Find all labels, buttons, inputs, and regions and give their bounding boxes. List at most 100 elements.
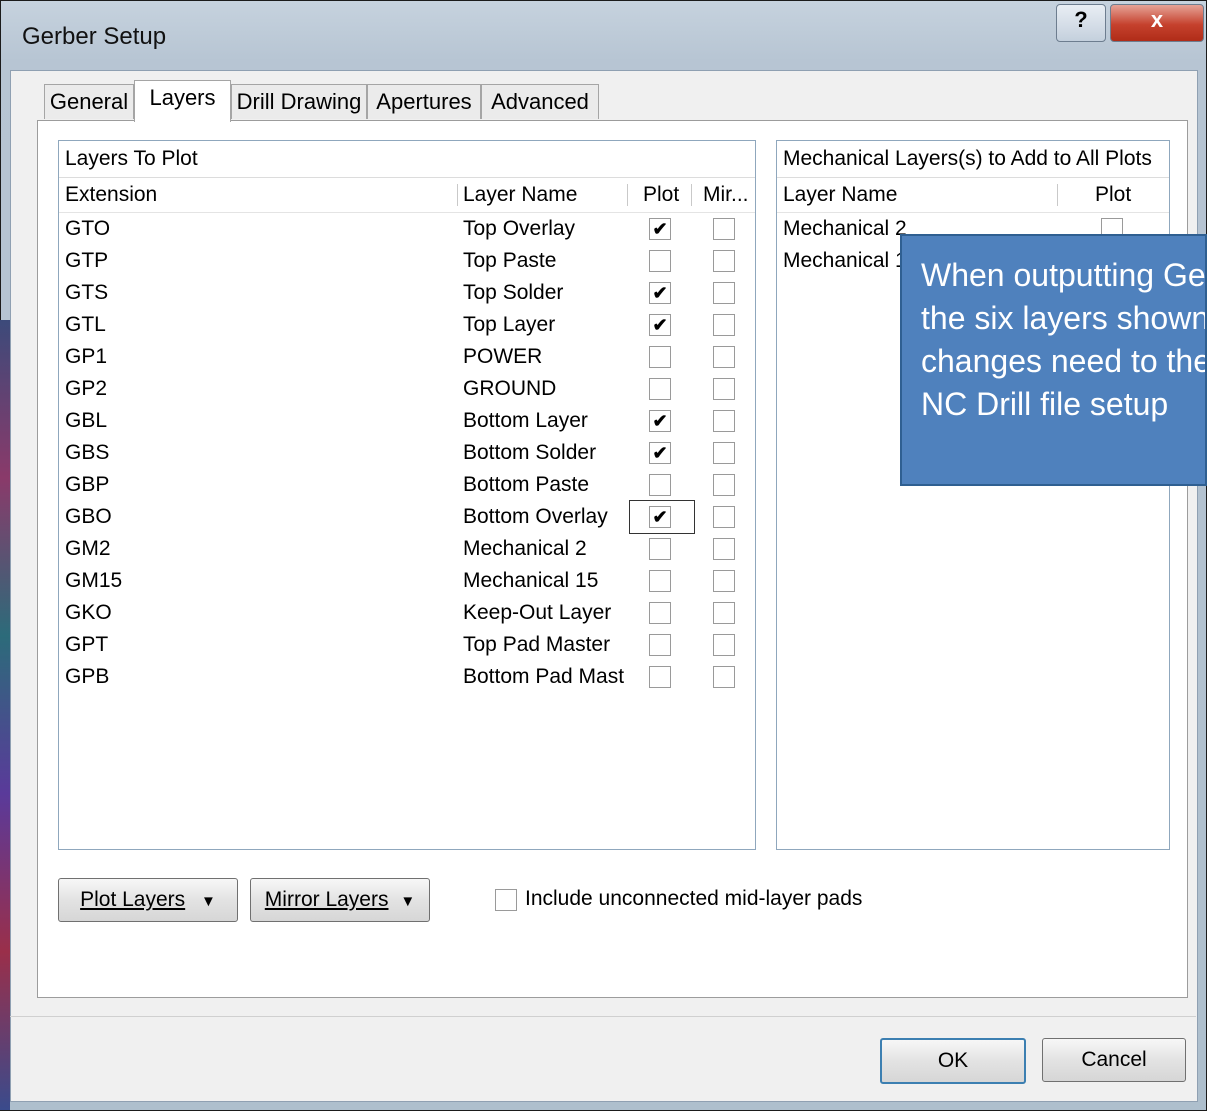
plot-layers-button[interactable]: Plot Layers ▼ xyxy=(58,878,238,922)
layer-name: GROUND xyxy=(463,377,557,400)
table-row[interactable]: GTS Top Solder ✔ xyxy=(59,277,755,309)
table-row[interactable]: GBS Bottom Solder ✔ xyxy=(59,437,755,469)
layer-name: Keep-Out Layer xyxy=(463,601,612,624)
mirror-checkbox[interactable] xyxy=(713,602,735,624)
close-icon: x xyxy=(1150,7,1164,32)
mirror-checkbox[interactable] xyxy=(713,634,735,656)
table-row[interactable]: GTO Top Overlay ✔ xyxy=(59,213,755,245)
plot-checkbox[interactable] xyxy=(649,538,671,560)
table-row[interactable]: GP1 POWER xyxy=(59,341,755,373)
layers-to-plot-list[interactable]: Layers To Plot Extension Layer Name Plot… xyxy=(58,140,756,850)
layer-extension: GM2 xyxy=(65,537,111,560)
tab-apertures[interactable]: Apertures xyxy=(367,84,481,119)
layer-extension: GPT xyxy=(65,633,109,656)
col-mirror[interactable]: Mir... xyxy=(703,178,749,212)
mirror-checkbox[interactable] xyxy=(713,218,735,240)
plot-checkbox[interactable] xyxy=(649,602,671,624)
mirror-checkbox[interactable] xyxy=(713,410,735,432)
tab-layers[interactable]: Layers xyxy=(134,80,231,122)
plot-checkbox[interactable] xyxy=(649,634,671,656)
layer-name: POWER xyxy=(463,345,543,368)
table-row[interactable]: GM15 Mechanical 15 xyxy=(59,565,755,597)
mech-layer-name: Mechanical 2 xyxy=(783,217,907,240)
callout-line: the six layers shown need xyxy=(921,300,1207,336)
col-layer-name[interactable]: Layer Name xyxy=(463,178,577,212)
plot-checkbox[interactable]: ✔ xyxy=(649,442,671,464)
mech-column-header: Layer Name Plot xyxy=(777,178,1169,213)
layer-extension: GTL xyxy=(65,313,106,336)
layers-group-title: Layers To Plot xyxy=(59,141,755,178)
mirror-checkbox[interactable] xyxy=(713,282,735,304)
tab-general[interactable]: General xyxy=(44,84,134,119)
layer-name: Top Overlay xyxy=(463,217,576,240)
col-plot[interactable]: Plot xyxy=(643,178,679,212)
layer-extension: GP1 xyxy=(65,345,108,368)
plot-checkbox[interactable]: ✔ xyxy=(649,218,671,240)
window-title: Gerber Setup xyxy=(22,23,167,50)
layer-name: Bottom Layer xyxy=(463,409,588,432)
mirror-checkbox[interactable] xyxy=(713,346,735,368)
table-row[interactable]: GBO Bottom Overlay ✔ xyxy=(59,500,755,534)
plot-checkbox[interactable] xyxy=(649,570,671,592)
mirror-checkbox[interactable] xyxy=(713,538,735,560)
plot-checkbox[interactable] xyxy=(649,346,671,368)
table-row[interactable]: GKO Keep-Out Layer xyxy=(59,597,755,629)
focus-indicator xyxy=(629,500,695,534)
layer-name: Top Pad Master xyxy=(463,633,611,656)
ok-button[interactable]: OK xyxy=(880,1038,1026,1084)
table-row[interactable]: GBL Bottom Layer ✔ xyxy=(59,405,755,437)
layer-extension: GBS xyxy=(65,441,110,464)
plot-checkbox[interactable] xyxy=(649,250,671,272)
table-row[interactable]: GM2 Mechanical 2 xyxy=(59,533,755,565)
table-row[interactable]: GTP Top Paste xyxy=(59,245,755,277)
layer-extension: GPB xyxy=(65,665,110,688)
layer-extension: GTO xyxy=(65,217,111,240)
mirror-checkbox[interactable] xyxy=(713,666,735,688)
chevron-down-icon: ▼ xyxy=(201,893,216,910)
layer-name: Bottom Overlay xyxy=(463,505,608,528)
mirror-checkbox[interactable] xyxy=(713,442,735,464)
table-row[interactable]: GPB Bottom Pad Master xyxy=(59,661,755,693)
col-separator xyxy=(1057,184,1058,206)
layer-name: Top Layer xyxy=(463,313,556,336)
mirror-layers-button[interactable]: Mirror Layers ▼ xyxy=(250,878,430,922)
mirror-checkbox[interactable] xyxy=(713,570,735,592)
plot-checkbox[interactable] xyxy=(649,474,671,496)
layers-column-header: Extension Layer Name Plot Mir... xyxy=(59,178,755,213)
plot-checkbox[interactable] xyxy=(649,378,671,400)
col-extension[interactable]: Extension xyxy=(65,178,157,212)
layer-name: Bottom Paste xyxy=(463,473,590,496)
col-separator xyxy=(457,184,458,206)
plot-checkbox[interactable]: ✔ xyxy=(649,410,671,432)
help-button[interactable]: ? xyxy=(1056,4,1106,42)
plot-checkbox[interactable] xyxy=(649,666,671,688)
mirror-checkbox[interactable] xyxy=(713,474,735,496)
table-row[interactable]: GP2 GROUND xyxy=(59,373,755,405)
mirror-checkbox[interactable] xyxy=(713,314,735,336)
table-row[interactable]: GBP Bottom Paste xyxy=(59,469,755,501)
layer-extension: GBP xyxy=(65,473,110,496)
mirror-checkbox[interactable] xyxy=(713,250,735,272)
table-row[interactable]: GPT Top Pad Master xyxy=(59,629,755,661)
plot-checkbox[interactable]: ✔ xyxy=(649,282,671,304)
col-separator xyxy=(627,184,628,206)
mech-col-layer-name[interactable]: Layer Name xyxy=(783,178,897,212)
close-button[interactable]: x xyxy=(1110,4,1204,42)
plot-checkbox[interactable]: ✔ xyxy=(649,314,671,336)
mech-col-plot[interactable]: Plot xyxy=(1095,178,1131,212)
layer-name: Mechanical 2 xyxy=(463,537,587,560)
table-row[interactable]: GTL Top Layer ✔ xyxy=(59,309,755,341)
tab-drill-drawing[interactable]: Drill Drawing xyxy=(231,84,367,119)
mirror-checkbox[interactable] xyxy=(713,506,735,528)
cancel-button[interactable]: Cancel xyxy=(1042,1038,1186,1082)
tab-advanced[interactable]: Advanced xyxy=(481,84,599,119)
mech-layer-name: Mechanical 15 xyxy=(783,249,919,272)
mirror-checkbox[interactable] xyxy=(713,378,735,400)
layer-name: Bottom Pad Master xyxy=(463,665,625,688)
plot-layers-label: Plot Layers xyxy=(80,888,186,911)
mirror-layers-label: Mirror Layers xyxy=(264,888,389,911)
layer-extension: GBO xyxy=(65,505,112,528)
include-unconnected-label: Include unconnected mid-layer pads xyxy=(525,887,863,910)
include-unconnected-checkbox[interactable] xyxy=(495,889,517,911)
layer-name: Mechanical 15 xyxy=(463,569,599,592)
